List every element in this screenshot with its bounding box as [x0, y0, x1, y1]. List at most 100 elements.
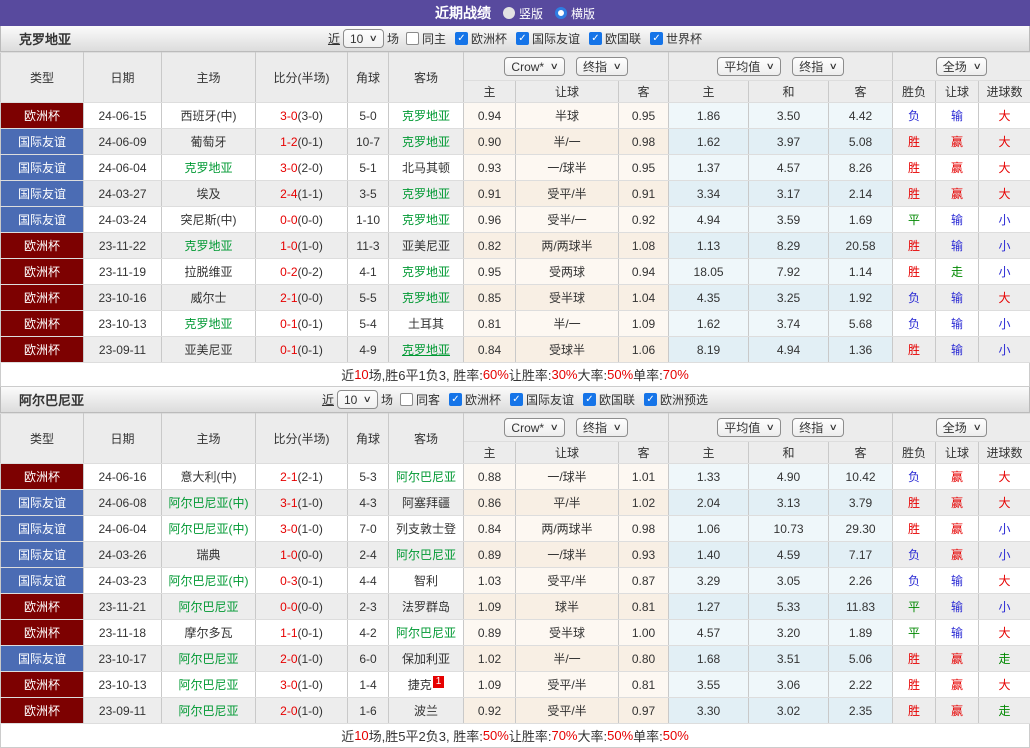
home-team[interactable]: 阿尔巴尼亚	[162, 698, 256, 724]
league-checkbox[interactable]: ✓	[516, 32, 529, 45]
home-team[interactable]: 阿尔巴尼亚(中)	[162, 568, 256, 594]
match-score: 0-2(0-2)	[256, 259, 348, 285]
league-label[interactable]: 欧国联	[599, 391, 635, 408]
red-card-badge: 1	[433, 676, 445, 688]
average-select[interactable]: 平均值∨	[717, 418, 781, 437]
home-team[interactable]: 克罗地亚	[162, 311, 256, 337]
away-team[interactable]: 克罗地亚	[389, 181, 464, 207]
league-label[interactable]: 世界杯	[666, 30, 702, 47]
result-outcome: 胜	[893, 516, 936, 542]
avg-away: 2.22	[829, 672, 893, 698]
league-checkbox[interactable]: ✓	[644, 393, 657, 406]
league-badge: 欧洲杯	[1, 594, 84, 620]
home-team[interactable]: 克罗地亚	[162, 155, 256, 181]
match-date: 24-06-08	[84, 490, 162, 516]
away-team[interactable]: 克罗地亚	[389, 207, 464, 233]
odds-final-select[interactable]: 终指∨	[576, 57, 628, 76]
home-team[interactable]: 阿尔巴尼亚	[162, 594, 256, 620]
col-date: 日期	[84, 414, 162, 464]
result-goals: 大	[979, 490, 1030, 516]
match-score: 2-0(1-0)	[256, 698, 348, 724]
away-team[interactable]: 克罗地亚	[389, 129, 464, 155]
average-select[interactable]: 平均值∨	[717, 57, 781, 76]
match-date: 23-11-19	[84, 259, 162, 285]
layout-vertical-radio[interactable]: 竖版	[503, 5, 543, 22]
odds-company-select[interactable]: Crow*∨	[504, 57, 564, 76]
home-team[interactable]: 阿尔巴尼亚	[162, 672, 256, 698]
league-label[interactable]: 国际友谊	[526, 391, 574, 408]
result-handicap: 输	[936, 594, 979, 620]
col-type: 类型	[1, 53, 84, 103]
scope-select[interactable]: 全场∨	[936, 418, 988, 437]
match-count-select[interactable]: 10∨	[343, 29, 384, 48]
same-venue-checkbox[interactable]	[400, 393, 413, 406]
corner-score: 1-6	[348, 698, 389, 724]
avg-away: 29.30	[829, 516, 893, 542]
league-checkbox[interactable]: ✓	[589, 32, 602, 45]
away-team[interactable]: 阿尔巴尼亚	[389, 464, 464, 490]
league-label[interactable]: 国际友谊	[532, 30, 580, 47]
league-label[interactable]: 欧洲杯	[471, 30, 507, 47]
average-final-select[interactable]: 终指∨	[792, 418, 844, 437]
col-away: 客场	[389, 53, 464, 103]
layout-horizontal-radio[interactable]: 横版	[555, 5, 595, 22]
corner-score: 5-1	[348, 155, 389, 181]
result-handicap: 赢	[936, 672, 979, 698]
avg-home: 3.29	[669, 568, 749, 594]
odds-handicap: 球半	[516, 594, 619, 620]
league-label[interactable]: 欧洲杯	[465, 391, 501, 408]
away-team[interactable]: 阿尔巴尼亚	[389, 542, 464, 568]
result-goals: 大	[979, 285, 1030, 311]
odds-home: 0.89	[464, 542, 516, 568]
chevron-down-icon: ∨	[613, 422, 622, 433]
home-team[interactable]: 阿尔巴尼亚(中)	[162, 490, 256, 516]
league-label[interactable]: 欧国联	[605, 30, 641, 47]
same-venue-checkbox[interactable]	[406, 32, 419, 45]
avg-away: 5.68	[829, 311, 893, 337]
sub-away-odds: 客	[619, 81, 669, 103]
near-link[interactable]: 近	[328, 30, 340, 47]
league-badge: 国际友谊	[1, 207, 84, 233]
avg-away: 5.06	[829, 646, 893, 672]
away-team[interactable]: 克罗地亚	[389, 259, 464, 285]
chevron-down-icon: ∨	[829, 61, 838, 72]
scope-select[interactable]: 全场∨	[936, 57, 988, 76]
odds-away: 1.00	[619, 620, 669, 646]
match-row: 国际友谊24-03-24突尼斯(中)0-0(0-0)1-10克罗地亚0.96受半…	[1, 207, 1030, 233]
league-label[interactable]: 欧洲预选	[660, 391, 708, 408]
away-team[interactable]: 克罗地亚	[389, 103, 464, 129]
away-team[interactable]: 克罗地亚	[389, 285, 464, 311]
away-team[interactable]: 克罗地亚	[389, 337, 464, 363]
home-team[interactable]: 阿尔巴尼亚	[162, 646, 256, 672]
home-team: 突尼斯(中)	[162, 207, 256, 233]
avg-home: 1.37	[669, 155, 749, 181]
league-checkbox[interactable]: ✓	[583, 393, 596, 406]
games-label: 场	[381, 391, 393, 408]
odds-home: 0.91	[464, 181, 516, 207]
league-badge: 欧洲杯	[1, 672, 84, 698]
away-team[interactable]: 阿尔巴尼亚	[389, 620, 464, 646]
avg-home: 1.68	[669, 646, 749, 672]
odds-handicap: 一/球半	[516, 155, 619, 181]
odds-away: 0.95	[619, 103, 669, 129]
corner-score: 4-2	[348, 620, 389, 646]
same-venue-label[interactable]: 同客	[416, 391, 440, 408]
league-checkbox[interactable]: ✓	[449, 393, 462, 406]
average-final-select[interactable]: 终指∨	[792, 57, 844, 76]
result-handicap: 赢	[936, 464, 979, 490]
sub-away-odds: 客	[619, 442, 669, 464]
same-venue-label[interactable]: 同主	[422, 30, 446, 47]
league-checkbox[interactable]: ✓	[455, 32, 468, 45]
league-checkbox[interactable]: ✓	[650, 32, 663, 45]
summary-line: 近10场,胜5平2负3, 胜率:50% 让胜率:70% 大率:50% 单率:50…	[0, 724, 1030, 748]
league-badge: 欧洲杯	[1, 698, 84, 724]
match-count-select[interactable]: 10∨	[337, 390, 378, 409]
result-handicap: 赢	[936, 490, 979, 516]
near-link[interactable]: 近	[322, 391, 334, 408]
odds-final-select[interactable]: 终指∨	[576, 418, 628, 437]
home-team: 亚美尼亚	[162, 337, 256, 363]
odds-company-select[interactable]: Crow*∨	[504, 418, 564, 437]
home-team[interactable]: 克罗地亚	[162, 233, 256, 259]
home-team[interactable]: 阿尔巴尼亚(中)	[162, 516, 256, 542]
league-checkbox[interactable]: ✓	[510, 393, 523, 406]
